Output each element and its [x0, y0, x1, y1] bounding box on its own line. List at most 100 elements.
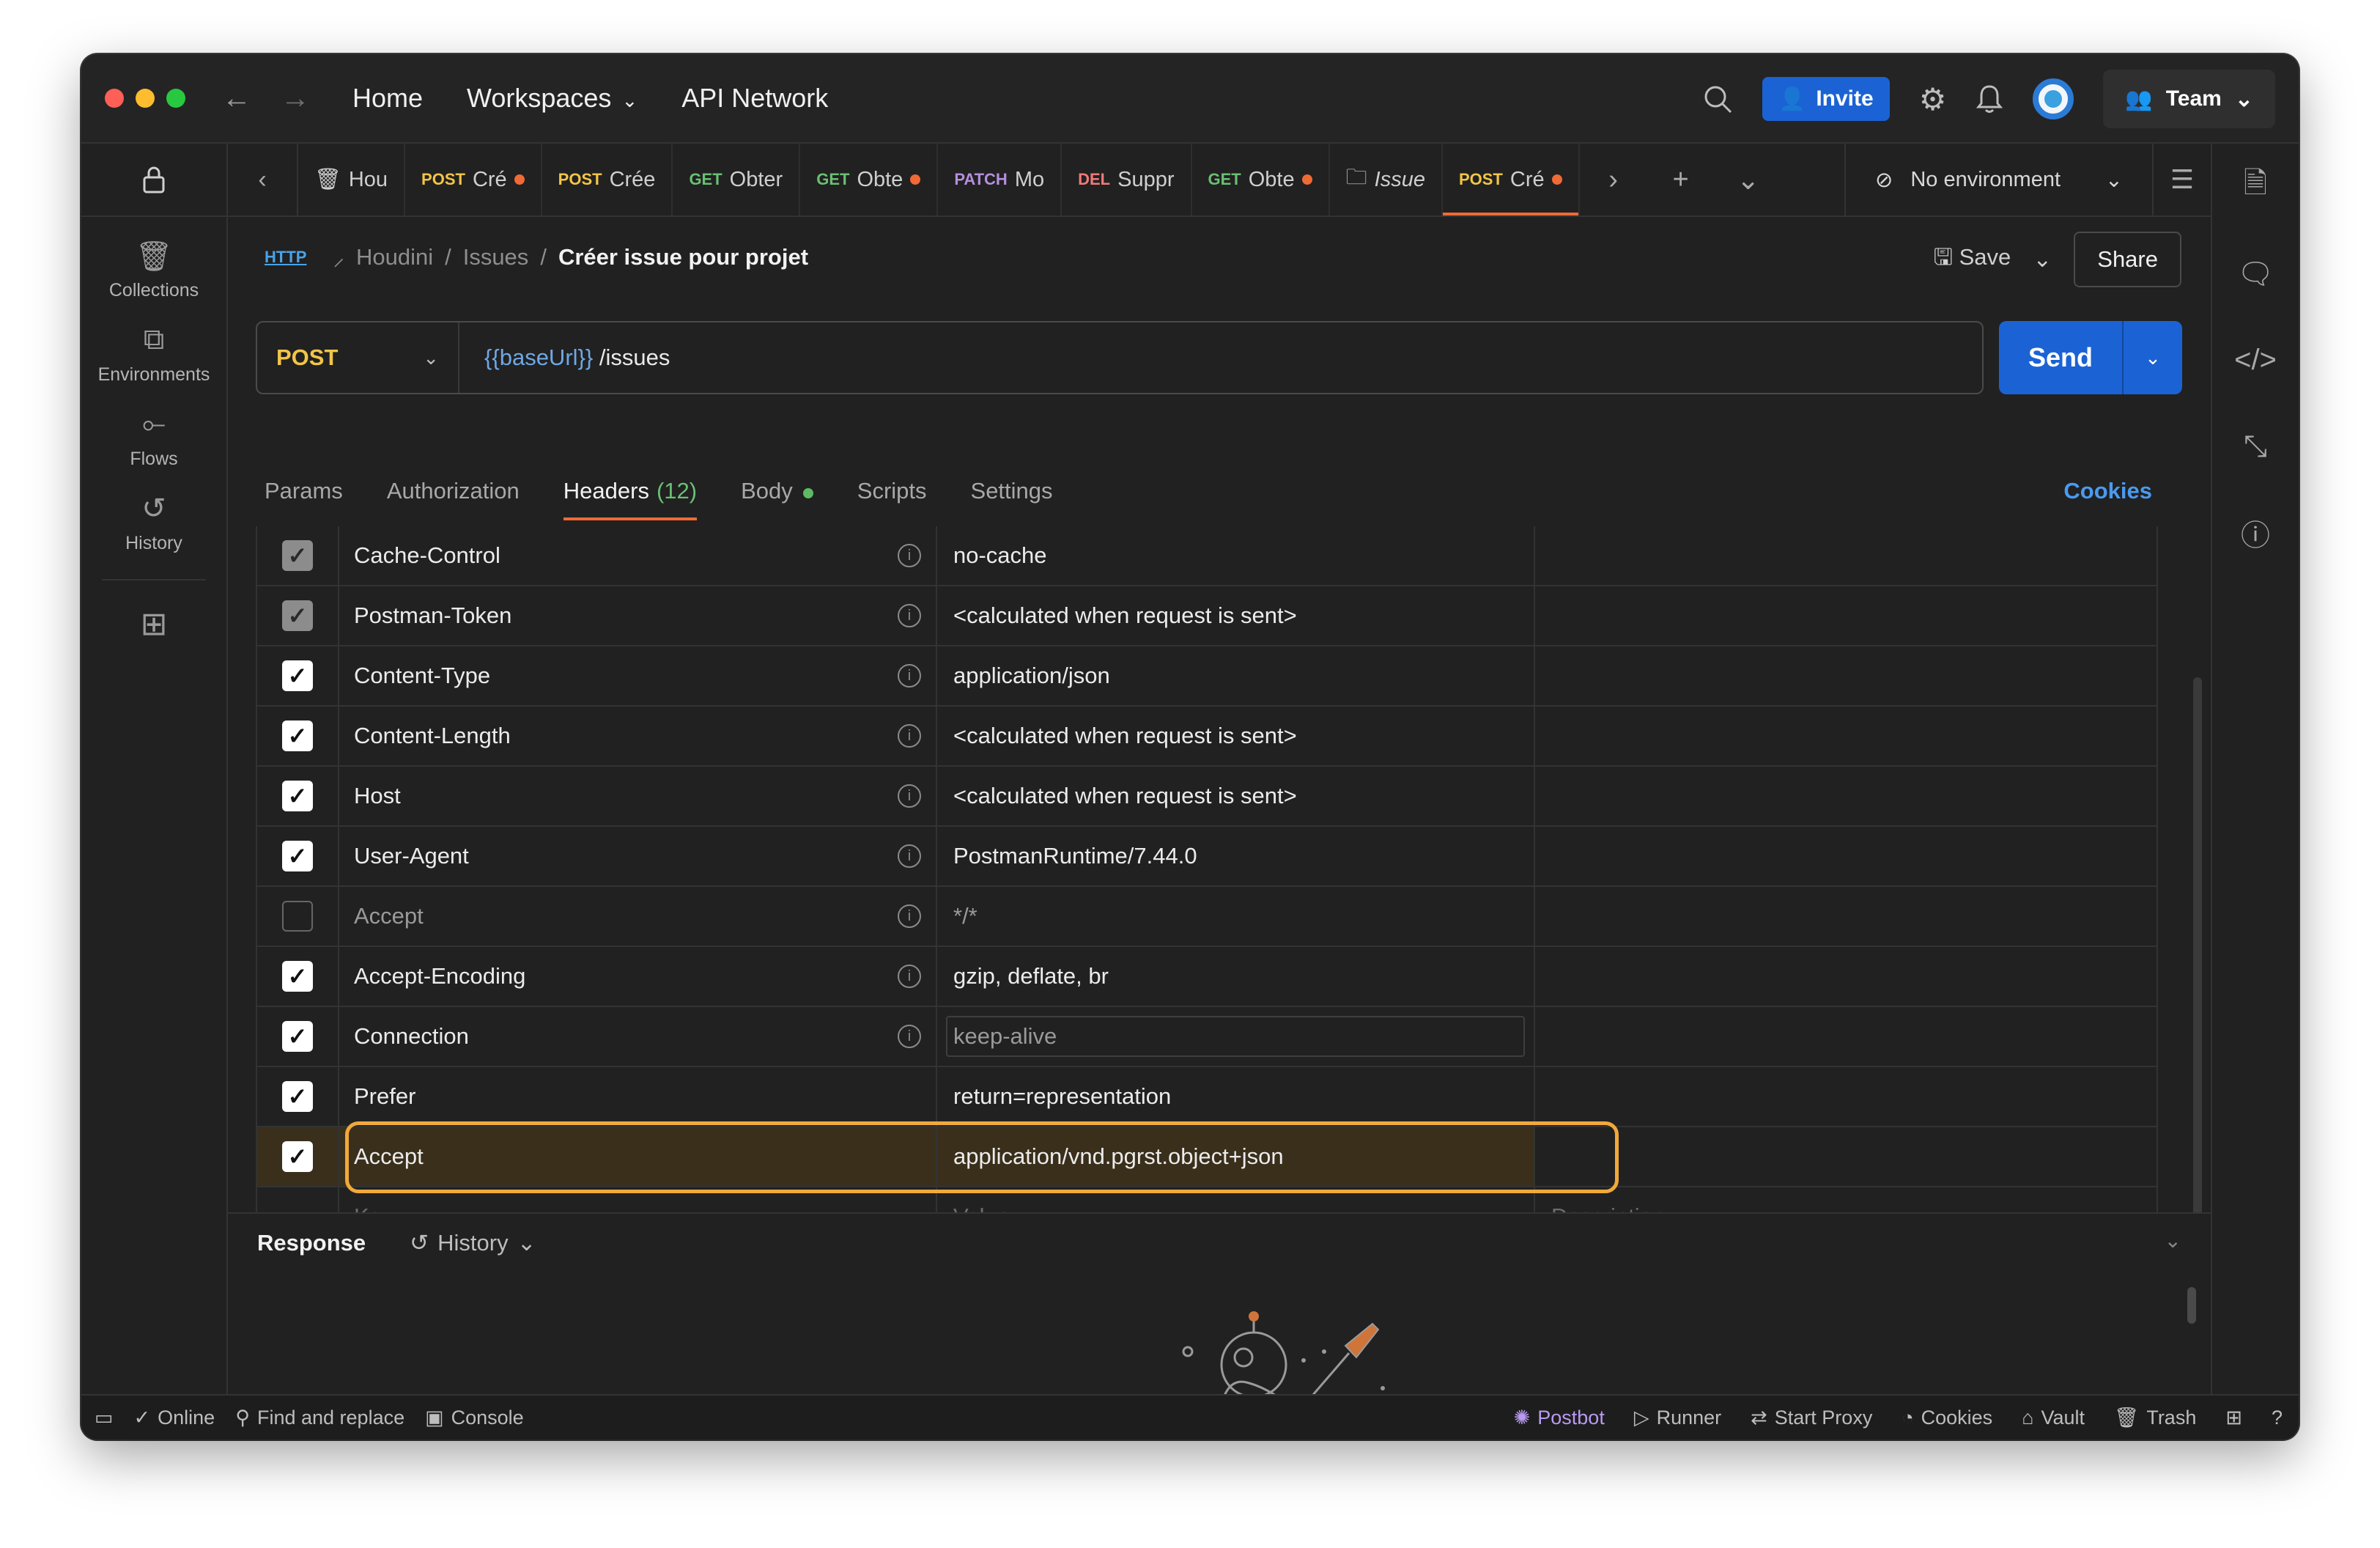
- info-icon[interactable]: i: [898, 724, 921, 748]
- bell-icon[interactable]: [1976, 84, 2003, 114]
- url-input[interactable]: {{baseUrl}} /issues: [459, 344, 670, 371]
- find-replace-button[interactable]: ⚲ Find and replace: [235, 1407, 404, 1429]
- header-key[interactable]: Prefer: [354, 1083, 415, 1110]
- online-status[interactable]: ✓ Online: [134, 1407, 215, 1429]
- header-description[interactable]: [1535, 947, 2157, 1006]
- share-button[interactable]: Share: [2074, 232, 2181, 287]
- vault-button[interactable]: ⌂ Vault: [2022, 1407, 2085, 1429]
- header-enabled-checkbox[interactable]: ✓: [282, 961, 313, 992]
- header-key[interactable]: Accept-Encoding: [354, 963, 525, 989]
- header-enabled-checkbox[interactable]: ✓: [282, 540, 313, 571]
- tab-request[interactable]: GET Obte: [800, 144, 939, 215]
- info-icon[interactable]: i: [898, 965, 921, 988]
- tab-request-active[interactable]: POST Cré: [1442, 144, 1580, 215]
- documentation-icon[interactable]: 🗎: [2212, 144, 2299, 230]
- sidebar-item-collections[interactable]: 🗑 Collections: [81, 239, 226, 301]
- header-description[interactable]: [1535, 1067, 2157, 1126]
- tab-request[interactable]: GET Obte: [1192, 144, 1330, 215]
- header-description[interactable]: [1535, 1007, 2157, 1066]
- tab-settings[interactable]: Settings: [971, 478, 1053, 504]
- request-name[interactable]: Créer issue pour projet: [558, 244, 808, 270]
- environment-selector[interactable]: ⊘ No environment ⌄: [1844, 144, 2152, 215]
- header-enabled-checkbox[interactable]: ✓: [282, 1141, 313, 1172]
- header-key[interactable]: Postman-Token: [354, 602, 511, 629]
- info-icon[interactable]: i: [898, 1025, 921, 1048]
- close-window-button[interactable]: [105, 89, 124, 108]
- method-select[interactable]: POST ⌄: [257, 322, 459, 393]
- toggle-sidebar-icon[interactable]: ▭: [95, 1407, 114, 1429]
- tab-request[interactable]: PATCH Mo: [938, 144, 1062, 215]
- header-description[interactable]: [1535, 646, 2157, 705]
- save-button[interactable]: 🖫 Save: [1934, 240, 2011, 279]
- header-enabled-checkbox[interactable]: ✓: [282, 781, 313, 811]
- add-apps-icon[interactable]: ⊞: [81, 605, 226, 643]
- header-enabled-checkbox[interactable]: ✓: [282, 660, 313, 691]
- postbot-button[interactable]: ✺ Postbot: [1514, 1407, 1605, 1429]
- nav-api-network[interactable]: API Network: [681, 83, 828, 114]
- runner-button[interactable]: ▷ Runner: [1634, 1407, 1721, 1429]
- tab-headers[interactable]: Headers (12): [563, 462, 698, 520]
- header-key[interactable]: Host: [354, 783, 401, 809]
- console-button[interactable]: ▣ Console: [425, 1407, 524, 1429]
- tab-authorization[interactable]: Authorization: [387, 478, 520, 504]
- info-icon[interactable]: i: [898, 604, 921, 627]
- tab-request[interactable]: POST Cré: [405, 144, 542, 215]
- lock-icon[interactable]: [81, 144, 226, 217]
- cookies-button[interactable]: ◔ Cookies: [1902, 1407, 1992, 1429]
- environment-quicklook-icon[interactable]: ☰: [2152, 144, 2211, 215]
- new-tab-plus-icon[interactable]: +: [1647, 164, 1715, 196]
- info-icon[interactable]: i: [898, 664, 921, 688]
- header-enabled-checkbox[interactable]: ✓: [282, 1021, 313, 1052]
- header-value[interactable]: <calculated when request is sent>: [953, 723, 1297, 749]
- info-icon[interactable]: ⓘ: [2212, 490, 2299, 576]
- team-button[interactable]: 👥 Team ⌄: [2103, 70, 2275, 128]
- sidebar-item-environments[interactable]: ⧉ Environments: [81, 323, 226, 386]
- invite-button[interactable]: 👤 Invite: [1762, 77, 1890, 121]
- tab-scripts[interactable]: Scripts: [857, 478, 927, 504]
- tab-params[interactable]: Params: [265, 478, 343, 504]
- header-value[interactable]: return=representation: [953, 1083, 1171, 1110]
- header-key[interactable]: Content-Type: [354, 663, 490, 689]
- header-description[interactable]: [1535, 586, 2157, 645]
- header-key[interactable]: Cache-Control: [354, 542, 500, 569]
- header-description[interactable]: [1535, 707, 2157, 765]
- layout-grid-icon[interactable]: ⊞: [2225, 1407, 2242, 1429]
- tab-collection[interactable]: 🗑 Hou: [298, 144, 406, 215]
- trash-button[interactable]: 🗑 Trash: [2114, 1406, 2196, 1429]
- response-scrollbar[interactable]: [2187, 1287, 2196, 1324]
- minimize-window-button[interactable]: [136, 89, 155, 108]
- info-icon[interactable]: i: [898, 844, 921, 868]
- code-icon[interactable]: </>: [2212, 317, 2299, 403]
- related-requests-icon[interactable]: ⤡: [2212, 403, 2299, 490]
- comments-icon[interactable]: 🗨: [2212, 230, 2299, 317]
- gear-icon[interactable]: ⚙: [1919, 81, 1947, 117]
- header-value[interactable]: no-cache: [953, 542, 1047, 569]
- header-key[interactable]: User-Agent: [354, 843, 469, 869]
- header-value[interactable]: <calculated when request is sent>: [953, 602, 1297, 629]
- help-icon[interactable]: ?: [2272, 1407, 2283, 1429]
- tab-folder[interactable]: 🗀 Issue: [1330, 144, 1443, 215]
- header-key[interactable]: Connection: [354, 1023, 469, 1050]
- header-enabled-checkbox[interactable]: [282, 901, 313, 932]
- header-description[interactable]: [1535, 1127, 2157, 1186]
- avatar[interactable]: [2033, 78, 2074, 119]
- maximize-window-button[interactable]: [166, 89, 185, 108]
- response-history-button[interactable]: ↺ History ⌄: [410, 1230, 536, 1256]
- send-button[interactable]: Send: [1999, 342, 2122, 373]
- back-arrow-icon[interactable]: ←: [222, 82, 251, 115]
- header-value-input[interactable]: keep-alive: [953, 1023, 1057, 1050]
- tab-request[interactable]: POST Crée: [542, 144, 673, 215]
- header-value[interactable]: */*: [953, 903, 978, 929]
- header-value[interactable]: application/json: [953, 663, 1110, 689]
- info-icon[interactable]: i: [898, 544, 921, 567]
- forward-arrow-icon[interactable]: →: [281, 82, 310, 115]
- header-value[interactable]: gzip, deflate, br: [953, 963, 1109, 989]
- header-value[interactable]: PostmanRuntime/7.44.0: [953, 843, 1197, 869]
- tabs-scroll-left-icon[interactable]: ‹: [228, 144, 298, 215]
- nav-workspaces[interactable]: Workspaces ⌄: [467, 83, 638, 114]
- breadcrumb-folder[interactable]: Issues: [463, 244, 529, 270]
- header-enabled-checkbox[interactable]: ✓: [282, 600, 313, 631]
- tab-request[interactable]: DEL Suppr: [1062, 144, 1192, 215]
- start-proxy-button[interactable]: ⇄ Start Proxy: [1751, 1407, 1872, 1429]
- sidebar-item-flows[interactable]: ⟜ Flows: [81, 408, 226, 470]
